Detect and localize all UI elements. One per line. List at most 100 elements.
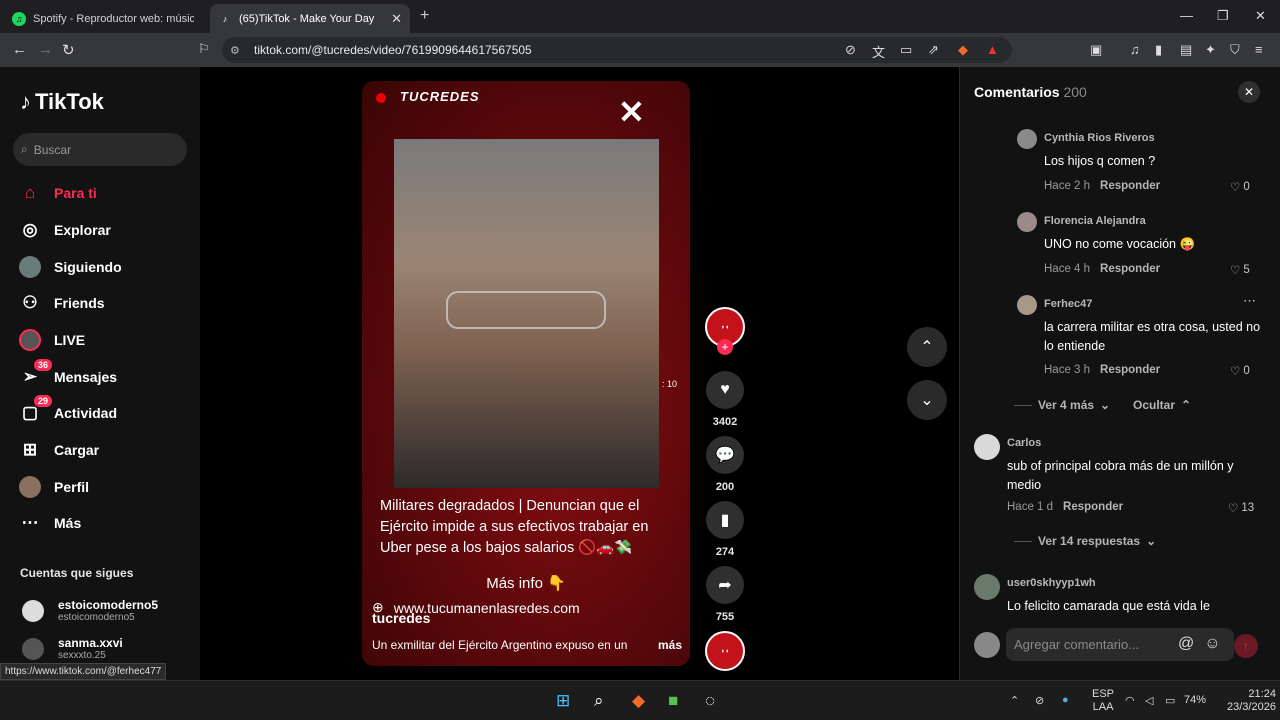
next-video-button[interactable]: ⌄ [907,380,947,420]
video-author[interactable]: tucredes [372,610,430,626]
mention-icon[interactable]: @ [1178,635,1194,653]
nav-siguiendo[interactable]: Siguiendo [18,255,122,279]
avatar[interactable] [974,574,1000,600]
nav-friends[interactable]: ⚇ Friends [18,291,104,315]
nav-mensajes[interactable]: ➢ 36 Mensajes [18,359,117,389]
more-options-icon[interactable]: ⋯ [1243,293,1256,309]
back-icon[interactable]: ← [12,41,27,58]
maximize-icon[interactable]: ❐ [1217,8,1229,24]
avatar[interactable] [1017,129,1037,149]
avatar[interactable] [1017,212,1037,232]
avatar[interactable] [974,434,1000,460]
comment-button[interactable]: 💬 200 [704,436,746,493]
clock-date: 23/3/2026 [1227,701,1276,713]
brave-shields-icon[interactable]: ◆ [958,42,968,58]
battery-icon[interactable]: ▭ [1165,694,1175,707]
more-button[interactable]: más [658,638,682,652]
following-account[interactable]: estoicomoderno5 estoicomoderno5 [22,598,158,623]
reply-button[interactable]: Responder [1100,180,1160,192]
language-indicator[interactable]: ESP LAA [1092,688,1114,714]
share-icon[interactable]: ⇗ [928,42,939,58]
vpn-icon[interactable]: ⛉ [1230,42,1240,58]
leo-ai-icon[interactable]: ✦ [1205,42,1216,58]
reply-button[interactable]: Responder [1100,364,1160,376]
microphone-icon[interactable]: ● [1062,694,1069,706]
view-more-label: Ver 4 más [1038,398,1095,412]
reload-icon[interactable]: ↻ [62,41,75,59]
emoji-icon[interactable]: ☺ [1204,635,1220,653]
app-icon[interactable]: ◌ [705,691,715,711]
follow-plus-icon[interactable]: + [717,339,733,355]
tray-expand-icon[interactable]: ⌃ [1010,694,1019,707]
brave-rewards-icon[interactable]: ▲ [986,42,999,57]
video-player[interactable]: TUCREDES ✕ : 10 Militares degradados | D… [362,81,690,666]
close-window-icon[interactable]: ✕ [1255,8,1266,24]
author-avatar[interactable]: ◗◖ + [704,307,746,355]
site-settings-icon[interactable]: ⚙ [230,44,240,57]
comment-like[interactable]: ♡ 5 [1230,263,1250,277]
menu-icon[interactable]: ≡ [1255,42,1263,57]
following-avatar-icon [18,255,42,279]
search-input[interactable]: ⌕ Buscar [13,133,187,166]
comment-like[interactable]: ♡ 0 [1230,180,1250,194]
forward-icon[interactable]: → [38,41,53,58]
save-button[interactable]: ▮ 274 [704,501,746,558]
comment-user[interactable]: Ferhec47 [1044,298,1092,310]
like-button[interactable]: ♥ 3402 [704,371,746,428]
windows-start-icon[interactable]: ⊞ [556,691,570,711]
translate-icon[interactable]: 文 [872,42,885,61]
comment-user[interactable]: user0skhyyp1wh [1007,577,1096,589]
sound-avatar[interactable]: ◗◖ [704,631,746,671]
reply-button[interactable]: Responder [1100,263,1160,275]
cast-icon[interactable]: ▭ [900,42,912,58]
comment-user[interactable]: Florencia Alejandra [1044,215,1146,227]
activity-icon: ▢ 29 [18,395,52,425]
sidebar-icon[interactable]: ▮ [1155,42,1162,58]
minecraft-icon[interactable]: ■ [668,691,678,711]
share-button[interactable]: ➦ 755 [704,566,746,623]
nav-explorar[interactable]: ◎ Explorar [18,218,111,242]
post-comment-button[interactable]: ↑ [1234,634,1258,658]
wallet-icon[interactable]: ▤ [1180,42,1192,58]
comment-user[interactable]: Carlos [1007,437,1041,449]
address-bar-row: ← → ↻ ⚐ tiktok.com/@tucredes/video/76199… [0,33,1280,67]
reply-button[interactable]: Responder [1063,501,1123,513]
nav-perfil[interactable]: Perfil [18,475,89,499]
tab-tiktok[interactable]: ♪ (65)TikTok - Make Your Day ✕ [210,4,410,33]
comment-user[interactable]: Cynthia Rios Riveros [1044,132,1155,144]
url-field[interactable]: tiktok.com/@tucredes/video/7619909644617… [222,37,1012,63]
view-more-replies-button[interactable]: Ver 4 más ⌄ [1014,398,1110,412]
nav-label: Explorar [54,222,111,238]
comment-text: UNO no come vocación 😜 [1044,237,1196,251]
volume-icon[interactable]: ◁ [1145,694,1153,707]
nav-mas[interactable]: ⋯ Más [18,511,82,535]
network-off-icon[interactable]: ⊘ [1035,694,1044,707]
media-icon[interactable]: ♫ [1130,42,1140,57]
nav-para-ti[interactable]: ⌂ Para ti [18,181,97,205]
nav-live[interactable]: LIVE [18,328,85,352]
close-comments-button[interactable]: ✕ [1238,81,1260,103]
nav-cargar[interactable]: ⊞ Cargar [18,438,99,462]
messages-icon: ➢ 36 [18,359,52,389]
nav-actividad[interactable]: ▢ 29 Actividad [18,395,117,425]
tab-spotify[interactable]: ♫ Spotify - Reproductor web: música p [4,4,202,33]
comment-like[interactable]: ♡ 0 [1230,364,1250,378]
following-account[interactable]: sanma.xxvi sexxxto.25 [22,636,123,661]
brave-browser-icon[interactable]: ◆ [632,691,645,711]
tiktok-logo[interactable]: ♪ TikTok [20,89,104,115]
reader-mode-icon[interactable]: ▣ [1090,42,1102,58]
wifi-icon[interactable]: ◠ [1125,694,1135,707]
view-replies-button[interactable]: Ver 14 respuestas ⌄ [1014,534,1156,548]
comment-like[interactable]: ♡ 13 [1228,501,1254,515]
new-tab-button[interactable]: + [420,7,429,25]
search-icon[interactable]: ⌕ [594,691,604,711]
close-tab-icon[interactable]: ✕ [391,11,402,27]
previous-video-button[interactable]: ⌃ [907,327,947,367]
camera-off-icon[interactable]: ⊘ [845,42,856,58]
minimize-icon[interactable]: — [1180,8,1193,23]
brand-text: TUCREDES [400,89,480,104]
hide-replies-button[interactable]: Ocultar ⌃ [1133,398,1191,412]
avatar[interactable] [1017,295,1037,315]
clock[interactable]: 21:24 23/3/2026 [1227,688,1276,714]
bookmark-icon[interactable]: ⚐ [198,41,210,57]
